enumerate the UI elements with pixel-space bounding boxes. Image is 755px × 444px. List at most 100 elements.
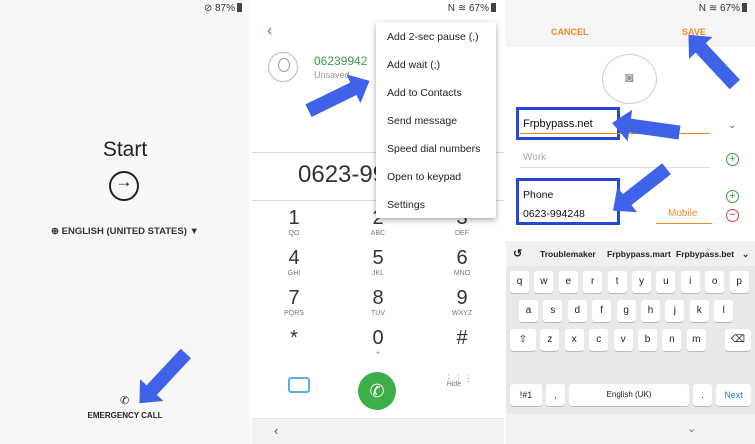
keyboard-key[interactable]: b <box>638 329 657 351</box>
menu-item[interactable]: Add 2-sec pause (,) <box>387 31 479 43</box>
keyboard-key[interactable]: e <box>558 271 578 293</box>
hide-label: Hide <box>446 381 462 388</box>
menu-item[interactable]: Send message <box>387 115 457 127</box>
battery-percent: 67% <box>468 3 489 14</box>
globe-icon: ⊕ <box>51 226 59 237</box>
message-icon[interactable] <box>288 377 310 393</box>
keyboard-key[interactable]: ⇧ <box>510 329 536 351</box>
dial-key-letters: PQRS <box>284 310 304 317</box>
chevron-down-icon[interactable]: ⌄ <box>728 120 736 131</box>
keyboard-key[interactable]: f <box>592 300 612 322</box>
dial-key-digit: # <box>456 327 468 349</box>
keyboard-key[interactable]: r <box>583 271 603 293</box>
dial-key[interactable]: 0 + <box>336 328 420 376</box>
dial-key-letters: DEF <box>455 230 469 237</box>
keyboard-key[interactable]: ⌫ <box>725 329 751 351</box>
camera-icon: ◙ <box>625 69 634 85</box>
keyboard-key[interactable]: j <box>665 300 685 322</box>
menu-item[interactable]: Open to keypad <box>387 171 461 183</box>
dial-key-letters: ABC <box>370 230 386 237</box>
back-nav-icon[interactable]: ‹ <box>274 423 278 438</box>
keyboard-key[interactable]: m <box>686 329 706 351</box>
keyboard-key[interactable]: h <box>641 300 660 322</box>
keyboard-key[interactable]: y <box>632 271 651 293</box>
status-bar: N ≋ 67% <box>506 0 755 18</box>
add-work-icon[interactable]: + <box>726 153 739 166</box>
keyboard-key[interactable]: q <box>510 271 529 293</box>
work-underline <box>520 167 710 168</box>
hide-keypad-button[interactable]: ⋮⋮⋮ Hide <box>444 374 473 389</box>
dial-key[interactable]: * <box>252 328 336 376</box>
work-field[interactable]: Work <box>523 152 546 163</box>
status-bar: ⊘ 87% <box>0 0 250 18</box>
arrow-right-icon: → <box>115 172 133 191</box>
keyboard-key[interactable]: l <box>714 300 734 322</box>
keyboard-key[interactable]: u <box>656 271 676 293</box>
keyboard-key[interactable]: g <box>616 300 636 322</box>
phone-type-select[interactable]: Mobile <box>668 208 697 219</box>
phone-field[interactable]: 0623-994248 <box>523 208 585 220</box>
dial-key-digit: 1 <box>288 207 300 229</box>
expand-icon[interactable]: ⌄ <box>742 249 749 260</box>
keyboard-key[interactable]: t <box>607 271 627 293</box>
suggestion-bar: ↺ Troublemaker Frpbypass.mart Frpbypass.… <box>506 241 755 266</box>
keyboard-key[interactable]: w <box>534 271 554 293</box>
cancel-button[interactable]: CANCEL <box>551 27 589 37</box>
menu-item[interactable]: Add to Contacts <box>387 87 462 99</box>
keyboard-key[interactable]: , <box>546 384 565 406</box>
wifi-icon: ≋ <box>457 3 467 14</box>
keyboard-key[interactable]: c <box>589 329 609 351</box>
battery-icon <box>237 3 242 12</box>
keyboard-key[interactable]: p <box>729 271 749 293</box>
dial-key[interactable]: # <box>420 328 504 376</box>
menu-item[interactable]: Add wait (;) <box>387 59 440 71</box>
suggestion-3[interactable]: Frpbypass.bet <box>676 249 734 259</box>
keyboard-key[interactable]: d <box>567 300 587 322</box>
keyboard-key[interactable]: !#1 <box>510 384 542 406</box>
keyboard-key[interactable]: z <box>540 329 560 351</box>
keyboard-key[interactable]: a <box>519 300 538 322</box>
pointer-arrow <box>625 118 681 140</box>
keyboard-key[interactable]: o <box>705 271 725 293</box>
add-photo-button[interactable]: ◙ <box>602 54 657 104</box>
keyboard-key[interactable]: x <box>564 329 584 351</box>
keyboard-key[interactable]: n <box>662 329 682 351</box>
phone-icon: ✆ <box>120 395 130 407</box>
keyboard-key[interactable]: i <box>680 271 700 293</box>
suggestion-2[interactable]: Frpbypass.mart <box>607 249 671 259</box>
dial-key-digit: 7 <box>288 287 300 309</box>
dial-key-letters: MNO <box>453 270 471 277</box>
menu-item[interactable]: Speed dial numbers <box>387 143 480 155</box>
battery-icon <box>742 3 747 12</box>
dial-key-digit: 5 <box>372 247 384 269</box>
phone-label: Phone <box>523 189 554 201</box>
keyboard-key[interactable]: Next <box>716 384 751 406</box>
nfc-icon: N <box>447 3 456 14</box>
add-phone-icon[interactable]: + <box>726 190 739 203</box>
next-button[interactable]: → <box>109 171 139 201</box>
add-contact-screen: N ≋ 67% CANCEL SAVE ◙ Frpbypass.net ⌄ Wo… <box>506 0 755 444</box>
back-button[interactable]: ‹ <box>267 22 272 40</box>
dial-key-digit: 6 <box>456 247 468 269</box>
refresh-icon[interactable]: ↺ <box>513 247 522 260</box>
dial-key-letters: QO <box>288 230 300 237</box>
menu-item[interactable]: Settings <box>387 199 425 211</box>
remove-phone-icon[interactable]: − <box>726 209 739 222</box>
status-bar: N ≋ 67% <box>252 0 504 18</box>
language-selector[interactable]: ⊕ ENGLISH (UNITED STATES) ▼ <box>0 226 250 237</box>
keyboard-key[interactable]: k <box>689 300 709 322</box>
keyboard-key[interactable]: English (UK) <box>569 384 689 406</box>
hide-keyboard-icon[interactable]: ⌄ <box>687 422 696 435</box>
keyboard-key[interactable]: . <box>693 384 712 406</box>
emergency-call-button[interactable]: EMERGENCY CALL <box>0 411 250 420</box>
start-title: Start <box>102 138 148 161</box>
name-field[interactable]: Frpbypass.net <box>523 118 593 130</box>
battery-percent: 67% <box>719 3 740 14</box>
keyboard-key[interactable]: v <box>613 329 633 351</box>
battery-percent: 87% <box>214 3 235 14</box>
suggestion-1[interactable]: Troublemaker <box>540 249 596 259</box>
dial-key-digit: * <box>290 327 298 349</box>
dropdown-icon: ▼ <box>189 226 199 237</box>
call-button[interactable]: ✆ <box>358 372 396 410</box>
keyboard-key[interactable]: s <box>543 300 563 322</box>
